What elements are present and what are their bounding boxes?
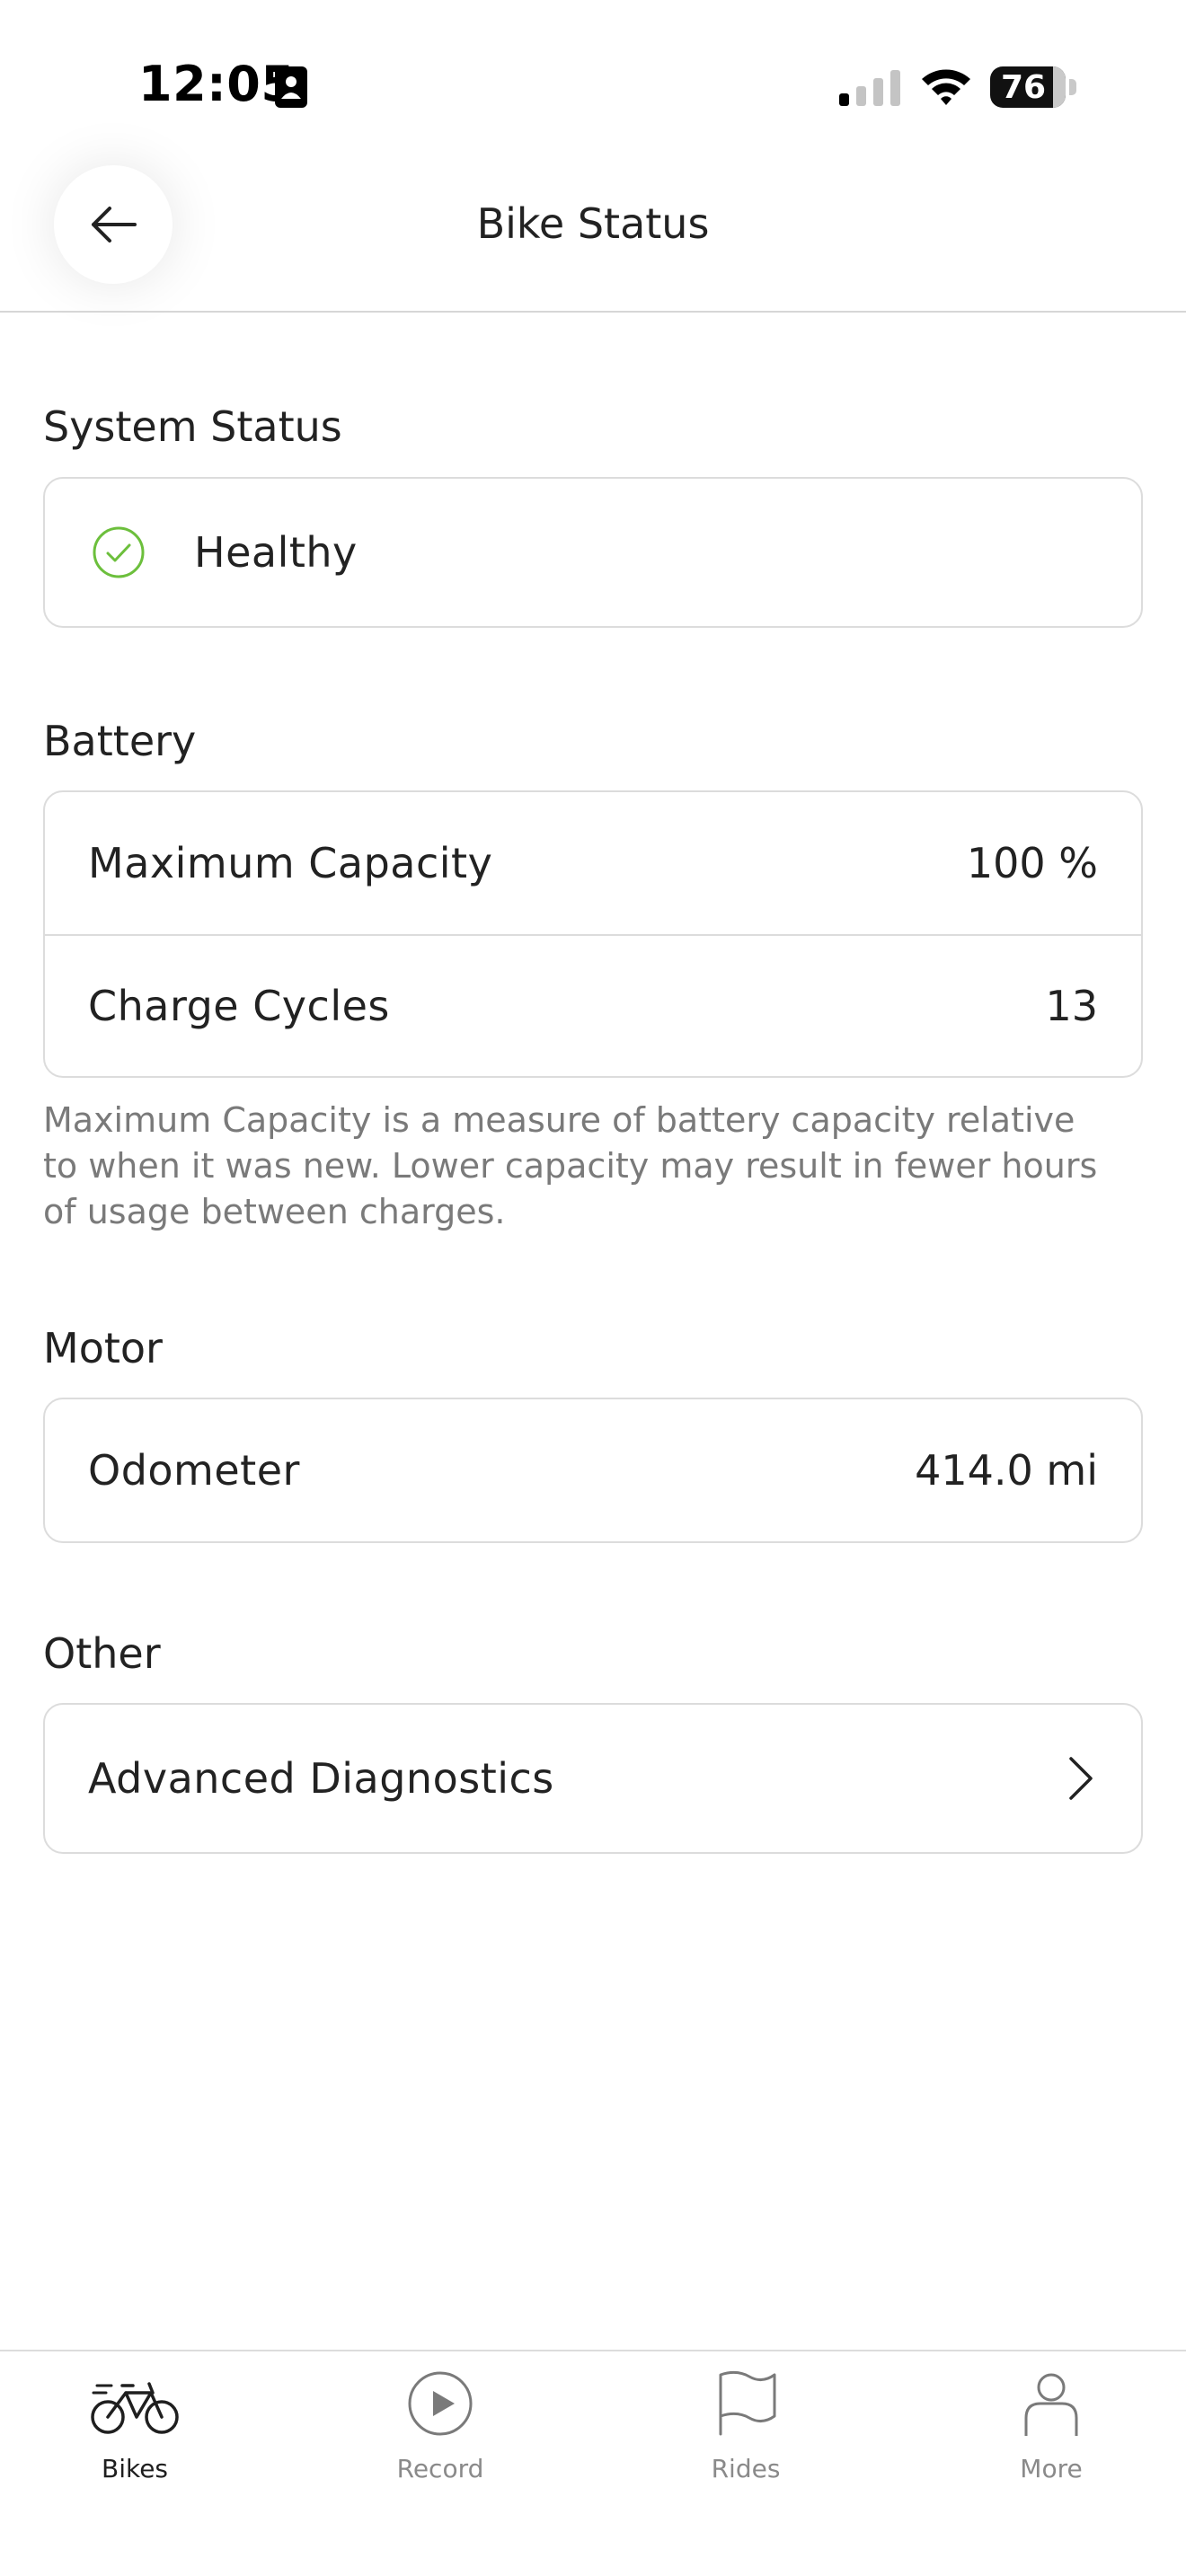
page-title: Bike Status — [476, 199, 710, 248]
maximum-capacity-row: Maximum Capacity 100 % — [45, 792, 1141, 934]
advanced-diagnostics-label: Advanced Diagnostics — [88, 1754, 554, 1803]
maximum-capacity-value: 100 % — [966, 839, 1098, 887]
battery-level: 76 — [1000, 69, 1047, 106]
battery-indicator: 76 — [990, 66, 1066, 108]
tab-record-label: Record — [396, 2454, 484, 2483]
battery-card: Maximum Capacity 100 % Charge Cycles 13 — [43, 790, 1143, 1078]
bike-status-screen: 12:05 76 Bike Status System Status Healt… — [0, 0, 1186, 2576]
odometer-row: Odometer 414.0 mi — [45, 1399, 1141, 1541]
tab-bar-divider — [0, 2350, 1186, 2351]
battery-heading: Battery — [43, 717, 197, 765]
status-time: 12:05 — [138, 56, 296, 112]
bike-icon — [91, 2382, 179, 2434]
tab-rides[interactable]: Rides — [647, 2368, 845, 2502]
maximum-capacity-label: Maximum Capacity — [88, 839, 493, 887]
system-status-text: Healthy — [194, 528, 358, 577]
advanced-diagnostics-row[interactable]: Advanced Diagnostics — [45, 1705, 1141, 1852]
person-icon — [1024, 2373, 1078, 2436]
tab-more[interactable]: More — [952, 2368, 1150, 2502]
system-status-card: Healthy — [43, 477, 1143, 628]
battery-nub — [1069, 79, 1076, 95]
battery-footnote: Maximum Capacity is a measure of battery… — [43, 1100, 1098, 1231]
tab-bikes[interactable]: Bikes — [36, 2368, 234, 2502]
cellular-signal-icon — [839, 70, 900, 106]
system-status-heading: System Status — [43, 402, 342, 451]
check-circle-icon — [93, 526, 145, 578]
status-bar: 12:05 76 — [0, 0, 1186, 171]
charge-cycles-value: 13 — [1045, 982, 1098, 1030]
tab-record[interactable]: Record — [341, 2368, 539, 2502]
charge-cycles-label: Charge Cycles — [88, 982, 390, 1030]
system-status-row: Healthy — [45, 479, 1141, 626]
header-divider — [0, 311, 1186, 313]
other-card: Advanced Diagnostics — [43, 1703, 1143, 1854]
other-heading: Other — [43, 1629, 161, 1678]
charge-cycles-row: Charge Cycles 13 — [45, 934, 1141, 1076]
wifi-icon — [922, 69, 970, 105]
flag-icon — [719, 2370, 776, 2436]
tab-more-label: More — [1020, 2454, 1083, 2483]
play-icon — [408, 2371, 473, 2436]
chevron-right-icon — [1069, 1757, 1093, 1800]
odometer-value: 414.0 mi — [915, 1446, 1098, 1495]
odometer-label: Odometer — [88, 1446, 300, 1495]
tab-rides-label: Rides — [711, 2454, 781, 2483]
motor-card: Odometer 414.0 mi — [43, 1398, 1143, 1543]
motor-heading: Motor — [43, 1324, 163, 1372]
id-badge-icon — [275, 66, 307, 108]
tab-bikes-label: Bikes — [101, 2454, 169, 2483]
